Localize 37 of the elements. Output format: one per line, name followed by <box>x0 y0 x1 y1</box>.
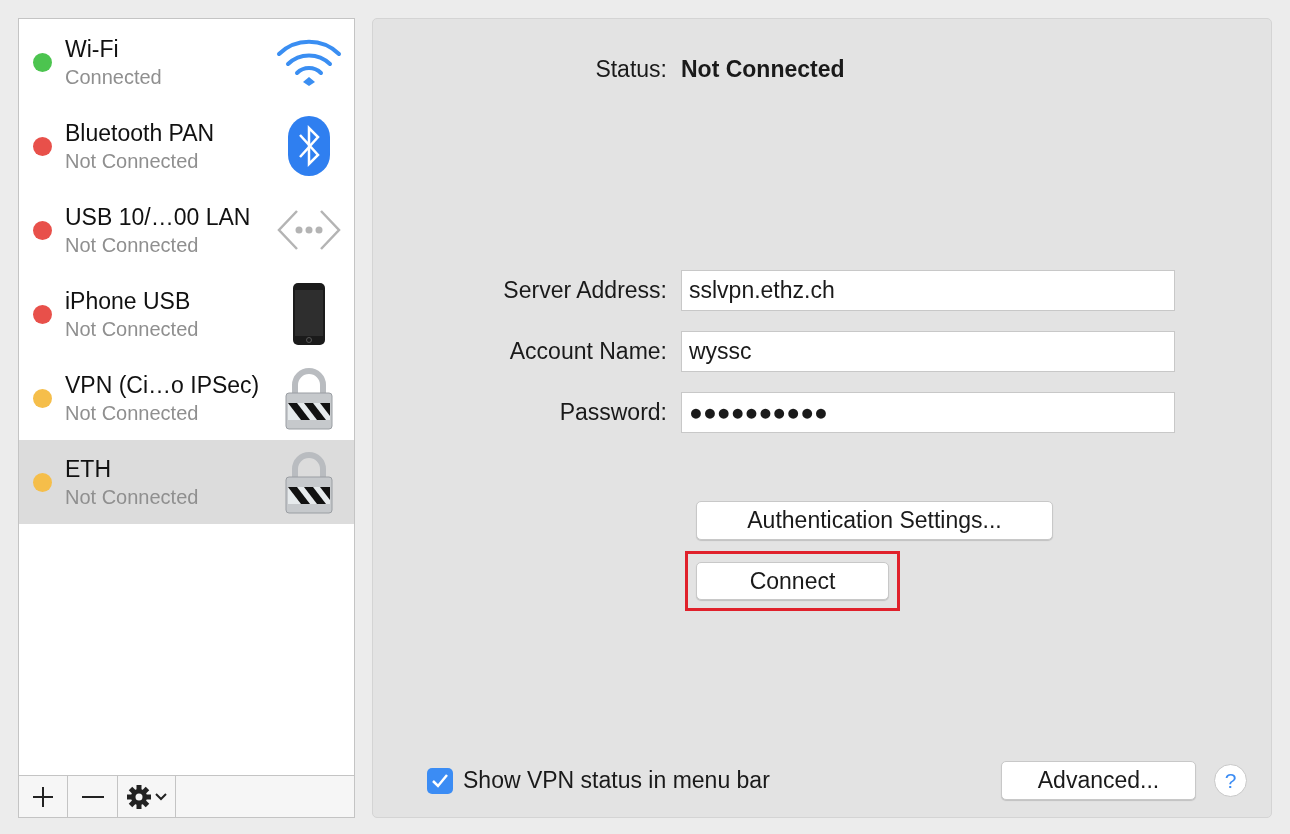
status-value: Not Connected <box>681 54 845 84</box>
service-status: Not Connected <box>65 233 200 258</box>
field-label: Account Name: <box>509 338 667 365</box>
service-status: Connected <box>65 65 163 90</box>
checkbox[interactable] <box>427 767 453 794</box>
input-field[interactable]: wyssc <box>681 331 1175 372</box>
status-label: Status: <box>595 55 667 82</box>
chevron-down-icon <box>155 792 167 801</box>
minus-icon <box>81 794 104 799</box>
service-name: Wi-Fi <box>65 35 120 64</box>
service-name: VPN (Ci…o IPSec) <box>65 371 261 400</box>
plus-icon <box>32 785 54 808</box>
service-name: Bluetooth PAN <box>65 119 216 148</box>
gear-icon <box>126 783 152 810</box>
ethernet-icon <box>277 209 341 251</box>
padlock-icon <box>283 365 335 431</box>
service-name: iPhone USB <box>65 287 192 316</box>
advanced-button[interactable]: Advanced... <box>1001 761 1196 800</box>
wifi-icon <box>276 37 342 87</box>
field-label: Server Address: <box>503 277 667 304</box>
service-status: Not Connected <box>65 149 200 174</box>
service-item[interactable]: ETH Not Connected <box>19 440 354 524</box>
padlock-icon <box>283 449 335 515</box>
service-status: Not Connected <box>65 317 200 342</box>
authentication-settings-button[interactable]: Authentication Settings... <box>696 501 1053 540</box>
checkmark-icon <box>431 772 449 789</box>
input-field[interactable]: ●●●●●●●●●● <box>681 392 1175 433</box>
service-name: USB 10/…00 LAN <box>65 203 252 232</box>
bluetooth-icon <box>287 115 331 177</box>
service-status: Not Connected <box>65 485 200 510</box>
phone-icon <box>292 282 326 346</box>
connect-button[interactable]: Connect <box>696 562 889 600</box>
input-field[interactable]: sslvpn.ethz.ch <box>681 270 1175 311</box>
service-name: ETH <box>65 455 112 484</box>
checkbox-label: Show VPN status in menu bar <box>463 766 770 796</box>
field-label: Password: <box>559 399 667 426</box>
service-status: Not Connected <box>65 401 200 426</box>
